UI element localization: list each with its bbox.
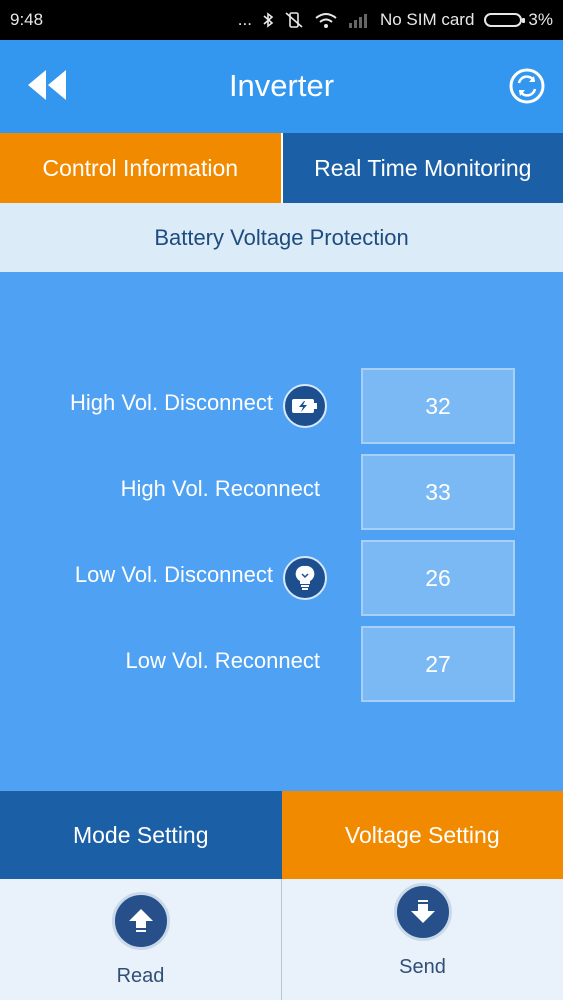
row-label: Low Vol. Reconnect [125, 648, 320, 673]
tab-voltage-setting[interactable]: Voltage Setting [281, 791, 563, 879]
row-low-vol-reconnect: Low Vol. Reconnect [0, 626, 563, 702]
carrier-text: No SIM card [379, 10, 475, 29]
notification-dots: ... [237, 10, 252, 29]
low-vol-reconnect-input[interactable] [361, 626, 515, 702]
tab-control-information[interactable]: Control Information [0, 133, 281, 203]
app-header: Inverter [0, 40, 563, 133]
vibrate-off-icon [285, 12, 303, 28]
row-label: High Vol. Reconnect [120, 476, 320, 501]
battery-charging-icon[interactable] [283, 384, 327, 428]
low-vol-disconnect-input[interactable] [361, 540, 515, 616]
bluetooth-icon [263, 12, 274, 28]
row-label: Low Vol. Disconnect [74, 562, 273, 587]
tab-real-time-monitoring[interactable]: Real Time Monitoring [280, 133, 563, 203]
arrow-up-icon [111, 892, 170, 950]
wifi-icon [315, 13, 337, 28]
read-label: Read [116, 965, 165, 987]
row-high-vol-disconnect: High Vol. Disconnect [0, 368, 563, 444]
refresh-icon[interactable] [509, 68, 545, 104]
tab-mode-setting[interactable]: Mode Setting [0, 791, 282, 879]
battery-icon [484, 13, 526, 27]
row-low-vol-disconnect: Low Vol. Disconnect [0, 540, 563, 616]
battery-indicator: 3% [484, 10, 553, 30]
row-label: High Vol. Disconnect [70, 390, 273, 415]
send-label: Send [399, 956, 446, 978]
battery-percent: 3% [528, 10, 553, 29]
signal-icon [348, 14, 367, 28]
arrow-down-icon [393, 883, 452, 941]
status-time: 9:48 [10, 10, 44, 29]
status-bar: 9:48 ... No SIM card 3% [0, 0, 563, 40]
high-vol-disconnect-input[interactable] [361, 368, 515, 444]
lightbulb-icon[interactable] [283, 556, 327, 600]
section-title: Battery Voltage Protection [0, 203, 563, 272]
bottom-tabs: Mode Setting Voltage Setting [0, 791, 563, 879]
read-button[interactable]: Read [0, 879, 281, 1000]
row-high-vol-reconnect: High Vol. Reconnect [0, 454, 563, 530]
page-title: Inverter [228, 68, 335, 103]
high-vol-reconnect-input[interactable] [361, 454, 515, 530]
top-tabs: Control Information Real Time Monitoring [0, 133, 563, 203]
action-bar: Read Send [0, 879, 563, 1000]
send-button[interactable]: Send [281, 879, 563, 1000]
status-icons: ... No SIM card 3% [238, 10, 553, 30]
